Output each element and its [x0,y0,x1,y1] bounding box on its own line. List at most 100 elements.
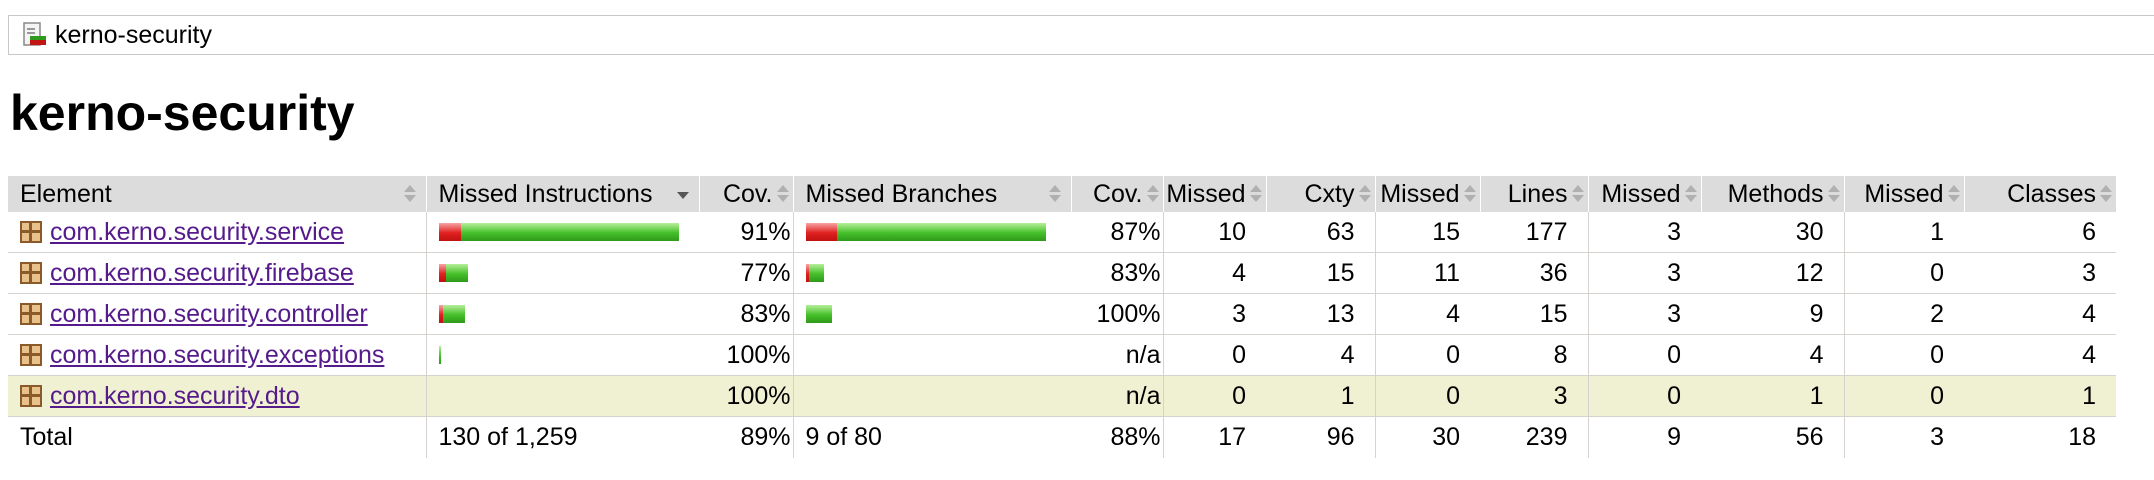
covered-bar [445,264,468,282]
package-icon [20,344,42,366]
col-element[interactable]: Element [8,176,426,212]
branch-cov: 83% [1071,252,1163,294]
total-cxty-missed: 17 [1162,416,1266,458]
classes-missed: 0 [1843,252,1964,294]
branch-cov: n/a [1071,334,1163,376]
col-lines[interactable]: Lines [1479,176,1588,212]
methods-missed: 3 [1587,293,1701,335]
missed-branches-cell [792,334,1071,376]
cxty-missed: 3 [1162,293,1266,335]
col-cxty-missed[interactable]: Missed [1162,176,1266,212]
methods: 12 [1701,252,1844,294]
classes: 3 [1964,252,2116,294]
classes: 6 [1964,212,2116,253]
sort-icon [1826,182,1840,206]
cxty-missed: 10 [1162,212,1266,253]
element-cell: com.kerno.security.exceptions [8,334,426,376]
total-branch-cov: 88% [1110,423,1161,451]
branch-cov: 100% [1071,293,1163,335]
missed-bar [438,264,446,282]
total-label: Total [20,423,73,451]
element-cell: com.kerno.security.controller [8,293,426,335]
missed-instructions-cell [425,334,700,376]
cxty: 13 [1266,293,1375,335]
classes-missed: 2 [1843,293,1964,335]
package-link[interactable]: com.kerno.security.exceptions [50,341,384,370]
missed-branches-cell [792,293,1071,335]
coverage-bar [805,264,1072,282]
total-cxty: 96 [1326,423,1355,451]
col-lines-missed[interactable]: Missed [1374,176,1480,212]
package-link[interactable]: com.kerno.security.controller [50,300,368,329]
sort-icon [1145,182,1159,206]
table-row: com.kerno.security.service 91% 87% 10 63 15 17… [8,212,2116,253]
classes: 4 [1964,334,2116,376]
table-row: com.kerno.security.exceptions 100% n/a 0 4 0 8… [8,334,2116,376]
instr-cov: 100% [699,334,793,376]
header-row: Element Missed Instructions Cov. Missed … [8,176,2116,212]
package-link[interactable]: com.kerno.security.firebase [50,259,354,288]
missed-bar [805,223,837,241]
total-classes-missed: 3 [1843,416,1964,458]
methods-missed: 3 [1587,212,1701,253]
coverage-bar [438,346,700,364]
instr-cov: 91% [699,212,793,253]
sort-icon [775,182,789,206]
missed-instructions-cell [425,375,699,417]
col-instr-cov[interactable]: Cov. [698,176,793,212]
package-icon [20,262,42,284]
total-methods-missed: 9 [1587,416,1701,458]
cxty-missed: 0 [1162,334,1266,376]
sort-icon [1946,182,1960,206]
methods: 30 [1701,212,1844,253]
col-missed-instructions[interactable]: Missed Instructions [425,176,699,212]
cxty-missed: 4 [1162,252,1266,294]
cxty: 15 [1266,252,1375,294]
col-classes-missed[interactable]: Missed [1843,176,1964,212]
instr-cov: 100% [699,375,793,417]
covered-bar [460,223,679,241]
package-link[interactable]: com.kerno.security.dto [50,382,300,411]
col-cxty[interactable]: Cxty [1265,176,1375,212]
methods-missed: 3 [1587,252,1701,294]
total-row: Total 130 of 1,259 89% 9 of 80 88% 17 96… [8,416,2116,458]
total-classes: 18 [2068,423,2096,451]
table-row: com.kerno.security.firebase 77% 83% 4 15 11 36… [8,252,2116,294]
sort-icon [1357,182,1371,206]
methods: 4 [1701,334,1844,376]
element-cell: com.kerno.security.firebase [8,252,426,294]
package-link[interactable]: com.kerno.security.service [50,218,344,247]
missed-branches-cell [792,212,1071,253]
breadcrumb-label: kerno-security [55,20,212,49]
instr-cov: 77% [699,252,793,294]
classes: 4 [1964,293,2116,335]
col-methods[interactable]: Methods [1700,176,1844,212]
missed-branches-cell [792,375,1071,417]
lines-missed: 4 [1374,293,1480,335]
instr-cov: 83% [699,293,793,335]
total-instr-cov: 89% [740,423,791,451]
col-missed-branches[interactable]: Missed Branches [792,176,1071,212]
cxty: 4 [1266,334,1375,376]
methods: 1 [1701,375,1844,417]
cxty: 1 [1266,375,1375,417]
sort-icon [2098,182,2112,206]
report-icon [21,21,49,49]
col-methods-missed[interactable]: Missed [1587,176,1701,212]
element-cell: com.kerno.security.dto [8,375,426,417]
missed-instructions-cell [425,293,700,335]
covered-bar [438,346,441,364]
sort-desc-icon [675,182,689,206]
total-lines-missed: 30 [1374,416,1480,458]
covered-bar [808,264,824,282]
covered-bar [805,305,832,323]
cxty: 63 [1266,212,1375,253]
package-icon [20,221,42,243]
cxty-missed: 0 [1162,375,1266,417]
col-classes[interactable]: Classes [1963,176,2116,212]
package-icon [20,385,42,407]
col-branch-cov[interactable]: Cov. [1070,176,1163,212]
branch-cov: n/a [1071,375,1163,417]
page-title: kerno-security [10,85,355,141]
coverage-bar [438,305,700,323]
